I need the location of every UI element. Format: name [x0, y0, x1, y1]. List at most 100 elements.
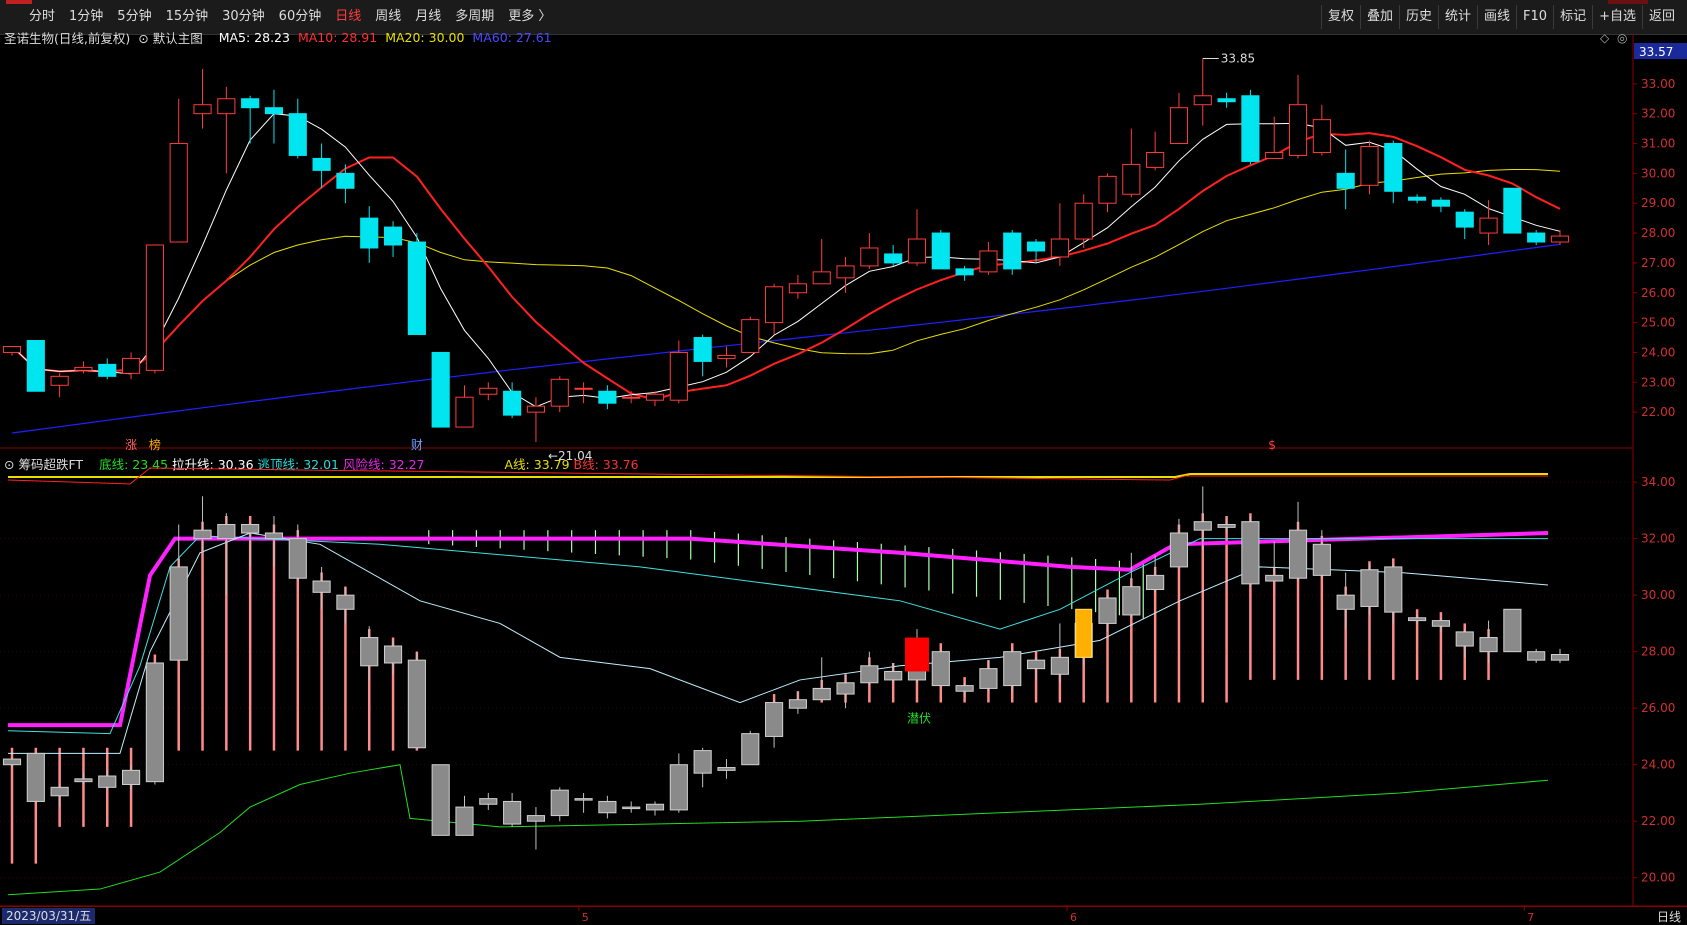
sub-candle-body — [788, 699, 807, 709]
sub-candle-body — [1455, 631, 1474, 647]
sub-candle-body — [193, 529, 212, 540]
candle-body — [1193, 95, 1212, 106]
candle-body — [812, 271, 831, 285]
period-label[interactable]: 日线 — [1657, 908, 1681, 925]
sub-candle-body — [26, 752, 45, 802]
sub-candle-body — [812, 687, 831, 701]
sub-y-tick-label: 28.00 — [1641, 645, 1675, 659]
settings-icon: ◎ — [1617, 31, 1627, 45]
main-y-tick-label: 30.00 — [1641, 166, 1675, 180]
sub-y-tick-label: 26.00 — [1641, 701, 1675, 715]
candle-body — [145, 244, 164, 371]
sub-y-tick-label: 22.00 — [1641, 814, 1675, 828]
sub-candle-body — [1408, 617, 1427, 622]
ma5-line — [11, 113, 1561, 408]
candle-body — [1217, 98, 1236, 103]
sub-candle-body — [1360, 569, 1379, 607]
high-price-label: 33.85 — [1221, 51, 1255, 65]
sub-y-tick-label: 24.00 — [1641, 758, 1675, 772]
main-y-tick-label: 31.00 — [1641, 137, 1675, 151]
sub-candle-body — [550, 789, 569, 817]
candle-body — [550, 378, 569, 407]
signal-block — [1075, 608, 1093, 658]
candle-body — [1431, 199, 1450, 207]
candle-body — [1026, 241, 1046, 252]
candle-body — [955, 268, 974, 276]
sub-y-tick-label: 34.00 — [1641, 475, 1675, 489]
sub-candle-body — [1527, 651, 1546, 661]
candle-body — [1550, 235, 1570, 243]
candle-body — [741, 319, 760, 353]
bottom-line — [7, 764, 1549, 896]
sub-candle-body — [1479, 637, 1498, 653]
sub-candle-body — [122, 769, 141, 785]
candle-body — [526, 405, 546, 413]
candle-body — [884, 253, 903, 264]
sub-candle-body — [860, 665, 879, 684]
sub-candle-body — [598, 800, 617, 814]
candle-body — [622, 396, 641, 399]
candle-body — [1074, 202, 1093, 240]
candle-body — [979, 250, 998, 273]
sub-candle-body — [241, 524, 260, 534]
sub-candle-body — [836, 682, 855, 695]
candle-body — [312, 157, 331, 171]
sub-candle-body — [407, 659, 426, 749]
candle-body — [1503, 187, 1522, 234]
sub-candle-body — [1050, 656, 1069, 675]
candle-body — [479, 387, 498, 395]
candle-body — [1288, 104, 1308, 156]
sub-candle-body — [431, 764, 450, 836]
sub-candle-body — [645, 803, 665, 811]
candle-body — [407, 241, 426, 336]
sub-candle-body — [1384, 566, 1403, 613]
candle-body — [931, 232, 950, 270]
sub-candle-body — [1312, 543, 1331, 576]
candle-body — [122, 357, 141, 374]
sub-candle-body — [1217, 524, 1236, 528]
candle-body — [193, 104, 212, 115]
sub-y-tick-label: 30.00 — [1641, 588, 1675, 602]
candle-body — [26, 340, 45, 392]
candle-body — [288, 113, 307, 156]
sub-candle-body — [717, 767, 736, 771]
candle-body — [1241, 95, 1260, 162]
sub-candle-body — [1146, 574, 1165, 591]
candle-body — [1384, 143, 1403, 192]
sub-candle-body — [1193, 521, 1212, 531]
candle-body — [50, 375, 69, 386]
sub-candle-body — [526, 815, 546, 822]
sub-candle-body — [1265, 574, 1284, 582]
candle-body — [1146, 151, 1165, 168]
candle-body — [669, 351, 688, 401]
signal-label: 潜伏 — [907, 712, 931, 726]
sub-y-tick-label: 20.00 — [1641, 871, 1675, 885]
sub-candle-body — [1288, 529, 1308, 579]
sub-candle-body — [50, 786, 69, 797]
ma20-line — [11, 168, 1561, 373]
sub-candle-body — [264, 532, 284, 540]
candle-body — [1479, 217, 1498, 234]
status-bar: 2023/03/31/五 日线 — [0, 906, 1687, 925]
sub-candle-body — [1503, 608, 1522, 653]
sub-candle-body — [455, 806, 474, 836]
sub-candle-body — [765, 702, 784, 737]
sub-candle-body — [503, 800, 522, 825]
candle-body — [645, 393, 665, 401]
sub-candle-body — [383, 645, 403, 664]
candle-body — [765, 286, 784, 324]
candle-body — [503, 390, 522, 416]
main-y-tick-label: 25.00 — [1641, 316, 1675, 330]
candle-body — [1122, 163, 1141, 195]
sub-candle-body — [622, 806, 641, 810]
main-y-tick-label: 32.00 — [1641, 107, 1675, 121]
candle-body — [264, 107, 284, 115]
candle-body — [788, 283, 807, 294]
sub-candle-body — [741, 733, 760, 766]
kline-chart[interactable]: 33.00 32.00 31.00 30.00 29.00 28.00 27.00 26.00… — [0, 0, 1687, 925]
candle-body — [907, 238, 927, 264]
main-y-tick-label: 33.00 — [1641, 77, 1675, 91]
main-y-tick-label: 23.00 — [1641, 375, 1675, 389]
sub-candle-body — [693, 750, 712, 774]
event-marker: 涨 — [125, 437, 137, 452]
